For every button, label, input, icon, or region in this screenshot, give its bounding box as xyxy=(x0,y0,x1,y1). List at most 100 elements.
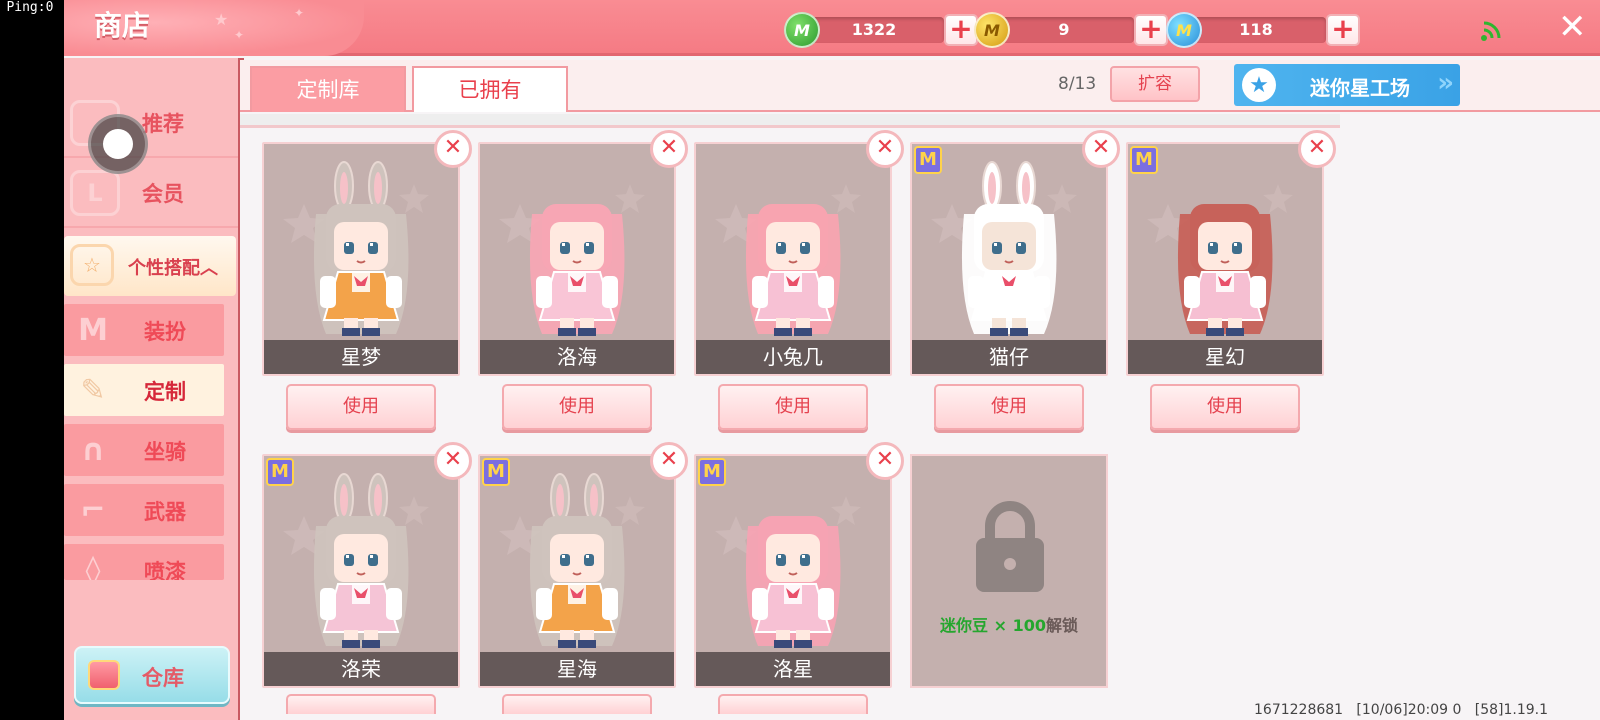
use-outfit-button[interactable]: 使用 xyxy=(286,384,436,430)
mini-workshop-button[interactable]: ★ 迷你星工场 » xyxy=(1234,64,1460,106)
sidebar-item-label: 武器 xyxy=(144,500,186,524)
outfit-name: 洛荣 xyxy=(264,652,458,686)
avatar-figure xyxy=(499,184,645,336)
remove-outfit-button[interactable]: ✕ xyxy=(650,130,688,168)
outfit-card[interactable]: 星海 M ✕ xyxy=(478,442,688,688)
use-outfit-button[interactable]: 使用 xyxy=(718,384,868,430)
fps-readout: FPS:30.1 Ping:0 xyxy=(0,0,54,15)
spray-icon: ◊ xyxy=(85,552,101,581)
use-outfit-button[interactable] xyxy=(286,694,436,714)
vip-badge-icon: M xyxy=(698,458,726,486)
shop-window: ★ ✦ ✦ 商店 1322 M + 9 M + 118 M + ✕ 推荐 L 会… xyxy=(64,0,1600,720)
outfit-name: 小兔几 xyxy=(696,340,890,374)
remove-outfit-button[interactable]: ✕ xyxy=(434,442,472,480)
outfit-card[interactable]: 洛星 M ✕ xyxy=(694,442,904,688)
chest-icon xyxy=(88,660,120,690)
vip-badge-icon: M xyxy=(914,146,942,174)
decor-star-icon: ✦ xyxy=(294,6,305,20)
currency-value: 9 xyxy=(1058,20,1070,39)
remove-outfit-button[interactable]: ✕ xyxy=(866,130,904,168)
sidebar-item-custom[interactable]: ✎ 定制 xyxy=(64,364,224,416)
decor-star-icon: ✦ xyxy=(234,28,245,42)
use-outfit-button[interactable]: 使用 xyxy=(502,384,652,430)
game-screen: FPS:30.1 Ping:0 ★ ✦ ✦ 商店 1322 M + 9 M + xyxy=(0,0,1600,720)
section-header-strip xyxy=(240,114,1340,128)
sidebar-item-vip[interactable]: L 会员 xyxy=(64,160,238,228)
mini-coin-icon: M xyxy=(1166,12,1202,48)
avatar-figure xyxy=(715,496,861,648)
hanger-icon: ☆ xyxy=(70,244,114,286)
outfit-name: 洛海 xyxy=(480,340,674,374)
gold-coin-icon: M xyxy=(974,12,1010,48)
shirt-icon: M xyxy=(78,312,108,348)
avatar-figure xyxy=(715,184,861,336)
workshop-label: 迷你星工场 xyxy=(1310,76,1410,100)
warehouse-label: 仓库 xyxy=(142,666,184,690)
page-title: 商店 xyxy=(94,9,151,42)
add-mini-beans-button[interactable]: + xyxy=(944,14,978,46)
floating-joystick[interactable] xyxy=(88,114,148,174)
outfit-name: 星海 xyxy=(480,652,674,686)
locked-slot[interactable]: 迷你豆 × 100解锁 xyxy=(910,454,1108,688)
capacity-count: 8/13 xyxy=(1058,74,1097,94)
outfit-card[interactable]: 星幻 M ✕ xyxy=(1126,130,1336,376)
use-outfit-button[interactable] xyxy=(502,694,652,714)
unlock-cost: 迷你豆 × 100解锁 xyxy=(912,612,1106,636)
outfit-card[interactable]: 洛海 ✕ xyxy=(478,130,688,376)
use-outfit-button[interactable]: 使用 xyxy=(1150,384,1300,430)
expand-button[interactable]: 扩容 xyxy=(1110,66,1200,102)
main-toolbar: 定制库 已拥有 8/13 扩容 ★ 迷你星工场 » xyxy=(240,60,1600,112)
use-outfit-button[interactable] xyxy=(718,694,868,714)
outfit-name: 猫仔 xyxy=(912,340,1106,374)
top-bar: ★ ✦ ✦ 商店 1322 M + 9 M + 118 M + ✕ xyxy=(64,0,1600,56)
main-panel: 定制库 已拥有 8/13 扩容 ★ 迷你星工场 » 星梦 ✕ 使用 洛海 ✕ 使用 小兔几 ✕… xyxy=(240,60,1600,720)
outfit-card[interactable]: 猫仔 M ✕ xyxy=(910,130,1120,376)
star-icon: ★ xyxy=(1242,68,1276,102)
add-gold-button[interactable]: + xyxy=(1134,14,1168,46)
unlock-suffix: 解锁 xyxy=(1045,616,1078,635)
sidebar-item-weapon[interactable]: ⌐ 武器 xyxy=(64,484,224,536)
add-mini-coins-button[interactable]: + xyxy=(1326,14,1360,46)
sidebar-item-label: 坐骑 xyxy=(144,440,186,464)
outfit-card[interactable]: 洛荣 M ✕ xyxy=(262,442,472,688)
decor-star-icon: ★ xyxy=(214,10,229,29)
outfit-card[interactable]: 星梦 ✕ xyxy=(262,130,472,376)
tab-owned[interactable]: 已拥有 xyxy=(412,66,568,112)
outfit-name: 洛星 xyxy=(696,652,890,686)
vip-badge-icon: M xyxy=(266,458,294,486)
signal-icon xyxy=(1481,21,1501,41)
avatar-figure xyxy=(283,473,429,648)
avatar-figure xyxy=(283,161,429,336)
chevron-right-icon: » xyxy=(1437,68,1454,98)
close-icon[interactable]: ✕ xyxy=(1558,10,1587,44)
remove-outfit-button[interactable]: ✕ xyxy=(866,442,904,480)
sidebar: 推荐 L 会员 ☆ 个性搭配︿ M 装扮 ✎ 定制 ∩ 坐骑 ⌐ 武器 ◊ 喷漆 xyxy=(64,58,238,720)
vip-badge-icon: M xyxy=(482,458,510,486)
unlock-cost-amount: 迷你豆 × 100 xyxy=(940,616,1046,635)
warehouse-button[interactable]: 仓库 xyxy=(74,646,230,704)
outfit-name: 星幻 xyxy=(1128,340,1322,374)
sidebar-item-label: 喷漆 xyxy=(144,560,186,580)
sidebar-item-spray[interactable]: ◊ 喷漆 xyxy=(64,544,224,580)
remove-outfit-button[interactable]: ✕ xyxy=(650,442,688,480)
avatar-figure xyxy=(1147,184,1293,336)
sidebar-item-outfit[interactable]: M 装扮 xyxy=(64,304,224,356)
build-info: 1671228681 [10/06]20:09 0 [58]1.19.1 xyxy=(1254,702,1549,718)
use-outfit-button[interactable]: 使用 xyxy=(934,384,1084,430)
sidebar-section-style[interactable]: ☆ 个性搭配︿ xyxy=(64,236,236,296)
outfit-name: 星梦 xyxy=(264,340,458,374)
sidebar-section-label: 个性搭配︿ xyxy=(128,258,218,279)
remove-outfit-button[interactable]: ✕ xyxy=(1298,130,1336,168)
outfit-card[interactable]: 小兔几 ✕ xyxy=(694,130,904,376)
sidebar-item-mount[interactable]: ∩ 坐骑 xyxy=(64,424,224,476)
vip-badge-icon: M xyxy=(1130,146,1158,174)
sidebar-item-label: 会员 xyxy=(142,182,184,206)
avatar-figure xyxy=(931,161,1077,336)
remove-outfit-button[interactable]: ✕ xyxy=(434,130,472,168)
tab-custom-library[interactable]: 定制库 xyxy=(250,66,406,112)
sidebar-item-label: 推荐 xyxy=(142,112,184,136)
gun-icon: ⌐ xyxy=(80,492,106,528)
remove-outfit-button[interactable]: ✕ xyxy=(1082,130,1120,168)
avatar-figure xyxy=(499,473,645,648)
currency-value: 1322 xyxy=(851,20,897,39)
